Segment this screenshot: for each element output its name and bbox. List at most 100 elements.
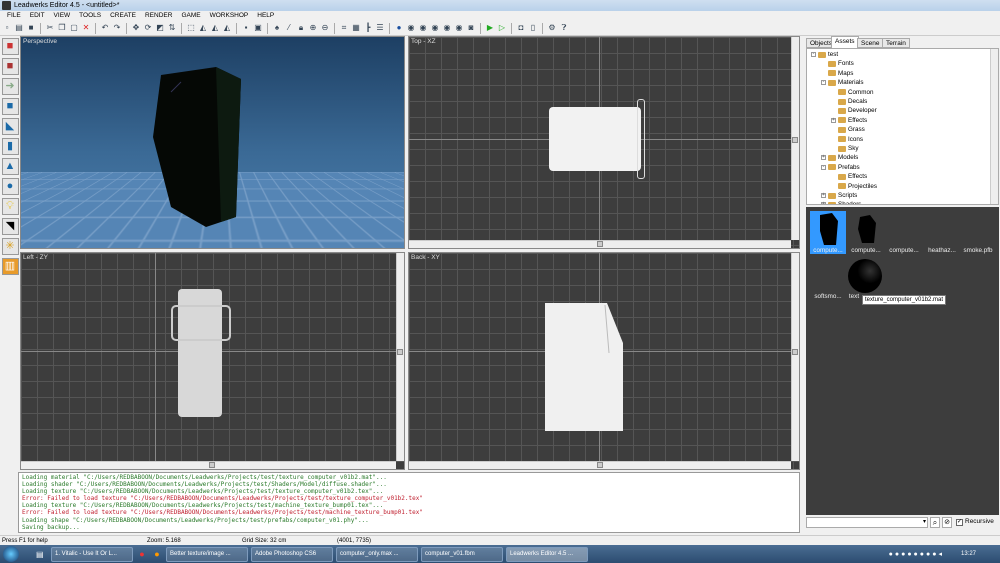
particle-icon[interactable]: ✳: [1, 238, 19, 255]
scale-icon[interactable]: ◩: [155, 23, 165, 33]
tree-item[interactable]: + Scripts: [821, 191, 857, 200]
view-icon[interactable]: ◉: [418, 23, 428, 33]
view-icon[interactable]: ◉: [442, 23, 452, 33]
scrollbar-horizontal[interactable]: [21, 461, 396, 469]
tree-item[interactable]: Sky: [831, 144, 859, 153]
paint-icon[interactable]: ♠: [272, 23, 282, 33]
taskbar-item[interactable]: Better texture/image ...: [166, 546, 248, 562]
view-sphere-icon[interactable]: ●: [394, 23, 404, 33]
scroll-thumb[interactable]: [597, 462, 603, 468]
collapse-icon[interactable]: -: [821, 80, 826, 86]
panel-icon[interactable]: ▯: [528, 23, 538, 33]
tray-icons[interactable]: ●●●●●●●●◂: [889, 550, 944, 558]
tree-item[interactable]: Icons: [831, 135, 863, 144]
view-icon[interactable]: ◉: [454, 23, 464, 33]
menu-render[interactable]: RENDER: [145, 11, 172, 21]
menu-edit[interactable]: EDIT: [30, 11, 45, 21]
terrain-icon[interactable]: ▥: [1, 258, 19, 275]
align-icon[interactable]: ◭: [222, 23, 232, 33]
asset-thumbnail[interactable]: softsmo...: [810, 257, 846, 300]
zoom-out-icon[interactable]: ⊖: [320, 23, 330, 33]
window-icon[interactable]: ▦: [351, 23, 361, 33]
search-icon[interactable]: ⌕: [930, 517, 940, 528]
expand-icon[interactable]: +: [821, 202, 826, 204]
scroll-thumb[interactable]: [597, 241, 603, 247]
explorer-icon[interactable]: ▤: [36, 550, 48, 559]
tree-item[interactable]: Effects: [831, 172, 867, 181]
new-icon[interactable]: ▫: [2, 23, 12, 33]
tree-item[interactable]: Grass: [831, 125, 865, 134]
menu-tools[interactable]: TOOLS: [79, 11, 101, 21]
spotlight-icon[interactable]: ◥: [1, 218, 19, 235]
scrollbar-horizontal[interactable]: [409, 240, 791, 248]
list-icon[interactable]: ☰: [375, 23, 385, 33]
copy-icon[interactable]: ❐: [57, 23, 67, 33]
tree-item[interactable]: Developer: [831, 106, 877, 115]
cut-icon[interactable]: ✂: [45, 23, 55, 33]
swap-icon[interactable]: ⇅: [167, 23, 177, 33]
tree-item[interactable]: Decals: [831, 97, 867, 106]
expand-icon[interactable]: +: [831, 117, 836, 123]
asset-thumbnails[interactable]: compute... compute... compute... heathaz…: [806, 207, 999, 515]
viewport-left[interactable]: Left - ZY: [20, 252, 405, 470]
asset-thumbnail[interactable]: compute...: [810, 211, 846, 254]
recursive-checkbox[interactable]: ✓: [956, 519, 963, 526]
firefox-icon[interactable]: ●: [151, 549, 163, 559]
wedge-icon[interactable]: ◣: [1, 118, 19, 135]
view-icon[interactable]: ◉: [430, 23, 440, 33]
console-output[interactable]: Loading material "C:/Users/REDBABOON/Doc…: [18, 472, 800, 533]
cube-icon[interactable]: ■: [1, 98, 19, 115]
collapse-icon[interactable]: -: [821, 164, 826, 170]
tree-item[interactable]: Fonts: [821, 59, 854, 68]
cone-icon[interactable]: ▲: [1, 158, 19, 175]
opera-icon[interactable]: ●: [136, 549, 148, 559]
tree-item[interactable]: + Effects: [831, 116, 867, 125]
grid-icon[interactable]: ⌗: [339, 23, 349, 33]
tab-scene[interactable]: Scene: [857, 38, 884, 48]
view-icon[interactable]: ◉: [406, 23, 416, 33]
cylinder-icon[interactable]: ▮: [1, 138, 19, 155]
lock-icon[interactable]: 🔒︎: [296, 23, 306, 33]
light-icon[interactable]: 💡︎: [1, 198, 19, 215]
scrollbar-horizontal[interactable]: [409, 461, 791, 469]
brush-icon[interactable]: ⁄: [284, 23, 294, 33]
link-icon[interactable]: ▪: [241, 23, 251, 33]
scrollbar-vertical[interactable]: [396, 253, 404, 461]
tree-icon[interactable]: ┣: [363, 23, 373, 33]
view-icon[interactable]: ◙: [466, 23, 476, 33]
expand-icon[interactable]: +: [821, 155, 826, 161]
align-icon[interactable]: ◭: [198, 23, 208, 33]
tree-item[interactable]: Maps: [821, 69, 853, 78]
zoom-in-icon[interactable]: ⊕: [308, 23, 318, 33]
asset-thumbnail[interactable]: smoke.pfb: [960, 211, 996, 254]
scroll-thumb[interactable]: [792, 349, 798, 355]
scroll-thumb[interactable]: [209, 462, 215, 468]
viewport-top[interactable]: Top - XZ: [408, 36, 800, 249]
scrollbar-vertical[interactable]: [791, 253, 799, 461]
move-icon[interactable]: ✥: [131, 23, 141, 33]
scroll-thumb[interactable]: [397, 349, 403, 355]
menu-view[interactable]: VIEW: [54, 11, 71, 21]
arrow-icon[interactable]: ➜: [1, 78, 19, 95]
undo-icon[interactable]: ↶: [100, 23, 110, 33]
select-icon[interactable]: ⬚: [186, 23, 196, 33]
tree-item[interactable]: - Prefabs: [821, 163, 860, 172]
sphere-icon[interactable]: ●: [1, 178, 19, 195]
menu-create[interactable]: CREATE: [110, 11, 136, 21]
viewport-perspective[interactable]: Perspective: [20, 36, 405, 249]
gear-icon[interactable]: ⚙: [547, 23, 557, 33]
menu-file[interactable]: FILE: [7, 11, 21, 21]
play-icon[interactable]: ▶: [485, 23, 495, 33]
scrollbar-vertical[interactable]: [990, 49, 998, 204]
align-icon[interactable]: ◭: [210, 23, 220, 33]
rotate-icon[interactable]: ⟳: [143, 23, 153, 33]
tree-item[interactable]: - Materials: [821, 78, 864, 87]
redo-icon[interactable]: ↷: [112, 23, 122, 33]
menu-workshop[interactable]: WORKSHOP: [210, 11, 249, 21]
tree-item[interactable]: + Models: [821, 153, 858, 162]
asset-thumbnail[interactable]: heathaz...: [924, 211, 960, 254]
collapse-icon[interactable]: -: [811, 52, 816, 57]
delete-icon[interactable]: ✕: [81, 23, 91, 33]
menu-game[interactable]: GAME: [181, 11, 200, 21]
scroll-thumb[interactable]: [792, 137, 798, 143]
